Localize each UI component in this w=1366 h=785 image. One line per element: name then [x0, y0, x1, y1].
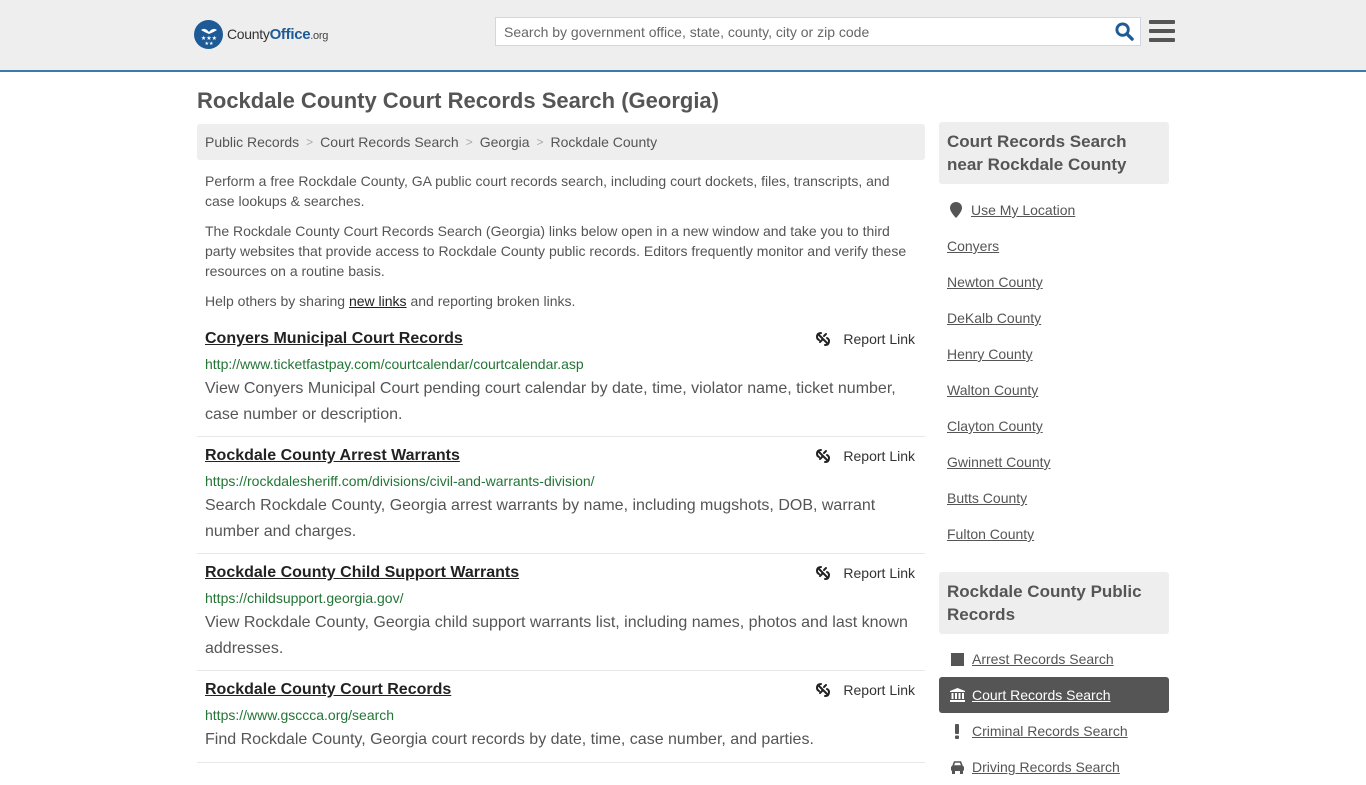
intro-text: Perform a free Rockdale County, GA publi…: [205, 171, 920, 321]
breadcrumb-separator: >: [306, 135, 314, 149]
public-records-section-heading: Rockdale County Public Records: [939, 572, 1169, 634]
use-my-location[interactable]: Use My Location: [947, 202, 1075, 218]
listing-url[interactable]: https://rockdalesheriff.com/divisions/ci…: [205, 473, 595, 489]
public-records-item-criminal[interactable]: Criminal Records Search: [939, 713, 1169, 749]
breadcrumb-court-records-search[interactable]: Court Records Search: [320, 134, 459, 150]
driving-records-link[interactable]: Driving Records Search: [972, 759, 1120, 775]
car-icon: [948, 760, 966, 774]
report-link-button[interactable]: Report Link: [815, 682, 915, 698]
nearby-link-newton-county[interactable]: Newton County: [947, 274, 1043, 290]
breadcrumb-public-records[interactable]: Public Records: [205, 134, 299, 150]
breadcrumb-georgia[interactable]: Georgia: [480, 134, 530, 150]
listing-description: View Conyers Municipal Court pending cou…: [205, 380, 896, 423]
search-input[interactable]: [496, 18, 1108, 45]
square-icon: [948, 652, 966, 666]
listing-title-link[interactable]: Conyers Municipal Court Records: [205, 330, 463, 348]
nearby-section-heading: Court Records Search near Rockdale Count…: [939, 122, 1169, 184]
listing-url[interactable]: http://www.ticketfastpay.com/courtcalend…: [205, 356, 584, 372]
listing-item: Rockdale County Court Records Report Lin…: [197, 681, 925, 763]
courthouse-icon: [948, 688, 966, 702]
nearby-link-walton-county[interactable]: Walton County: [947, 382, 1038, 398]
public-records-item-arrest[interactable]: Arrest Records Search: [939, 641, 1169, 677]
site-logo[interactable]: ★★★ ★★ CountyOffice.org: [194, 20, 328, 49]
report-link-button[interactable]: Report Link: [815, 448, 915, 464]
nearby-link-conyers[interactable]: Conyers: [947, 238, 999, 254]
intro-paragraph-1: Perform a free Rockdale County, GA publi…: [205, 173, 890, 209]
search-bar: [495, 17, 1141, 46]
breadcrumb-separator: >: [536, 135, 544, 149]
nearby-link-henry-county[interactable]: Henry County: [947, 346, 1033, 362]
listing-title-link[interactable]: Rockdale County Court Records: [205, 681, 451, 699]
public-records-item-driving[interactable]: Driving Records Search: [939, 749, 1169, 785]
eagle-stars-logo-icon: ★★★ ★★: [194, 20, 223, 49]
court-records-link[interactable]: Court Records Search: [972, 687, 1111, 703]
listing-description: Search Rockdale County, Georgia arrest w…: [205, 497, 876, 540]
listing-url[interactable]: https://www.gsccca.org/search: [205, 707, 394, 723]
logo-text: CountyOffice.org: [227, 26, 329, 43]
map-pin-icon: [947, 202, 965, 218]
listing-title-link[interactable]: Rockdale County Arrest Warrants: [205, 447, 460, 465]
arrest-records-link[interactable]: Arrest Records Search: [972, 651, 1114, 667]
listing-description: View Rockdale County, Georgia child supp…: [205, 614, 908, 657]
nearby-link-gwinnett-county[interactable]: Gwinnett County: [947, 454, 1051, 470]
listing-title-link[interactable]: Rockdale County Child Support Warrants: [205, 564, 519, 582]
listing-item: Rockdale County Arrest Warrants Report L…: [197, 447, 925, 554]
report-link-button[interactable]: Report Link: [815, 331, 915, 347]
top-bar: ★★★ ★★ CountyOffice.org: [0, 0, 1366, 72]
nearby-link-clayton-county[interactable]: Clayton County: [947, 418, 1043, 434]
listing-item: Conyers Municipal Court Records Report L…: [197, 330, 925, 437]
page-title: Rockdale County Court Records Search (Ge…: [197, 88, 719, 113]
intro-paragraph-3: Help others by sharing new links and rep…: [205, 293, 576, 309]
public-records-item-court[interactable]: Court Records Search: [939, 677, 1169, 713]
intro-paragraph-2: The Rockdale County Court Records Search…: [205, 223, 907, 279]
nearby-link-dekalb-county[interactable]: DeKalb County: [947, 310, 1041, 326]
broken-link-icon: [816, 449, 831, 463]
listing-url[interactable]: https://childsupport.georgia.gov/: [205, 590, 403, 606]
listing-description: Find Rockdale County, Georgia court reco…: [205, 731, 814, 748]
breadcrumb-separator: >: [465, 135, 473, 149]
svg-text:★★: ★★: [204, 41, 213, 46]
exclamation-icon: [948, 723, 966, 739]
broken-link-icon: [816, 332, 831, 346]
search-button[interactable]: [1108, 18, 1140, 45]
breadcrumb: Public Records > Court Records Search > …: [197, 124, 925, 160]
nearby-link-butts-county[interactable]: Butts County: [947, 490, 1027, 506]
report-link-button[interactable]: Report Link: [815, 565, 915, 581]
hamburger-menu-icon[interactable]: [1149, 19, 1175, 43]
search-icon: [1114, 22, 1134, 41]
broken-link-icon: [816, 683, 831, 697]
criminal-records-link[interactable]: Criminal Records Search: [972, 723, 1128, 739]
breadcrumb-rockdale-county[interactable]: Rockdale County: [551, 134, 658, 150]
listing-item: Rockdale County Child Support Warrants R…: [197, 564, 925, 671]
use-my-location-link[interactable]: Use My Location: [971, 202, 1075, 218]
broken-link-icon: [816, 566, 831, 580]
nearby-link-fulton-county[interactable]: Fulton County: [947, 526, 1034, 542]
new-links-link[interactable]: new links: [349, 293, 407, 309]
